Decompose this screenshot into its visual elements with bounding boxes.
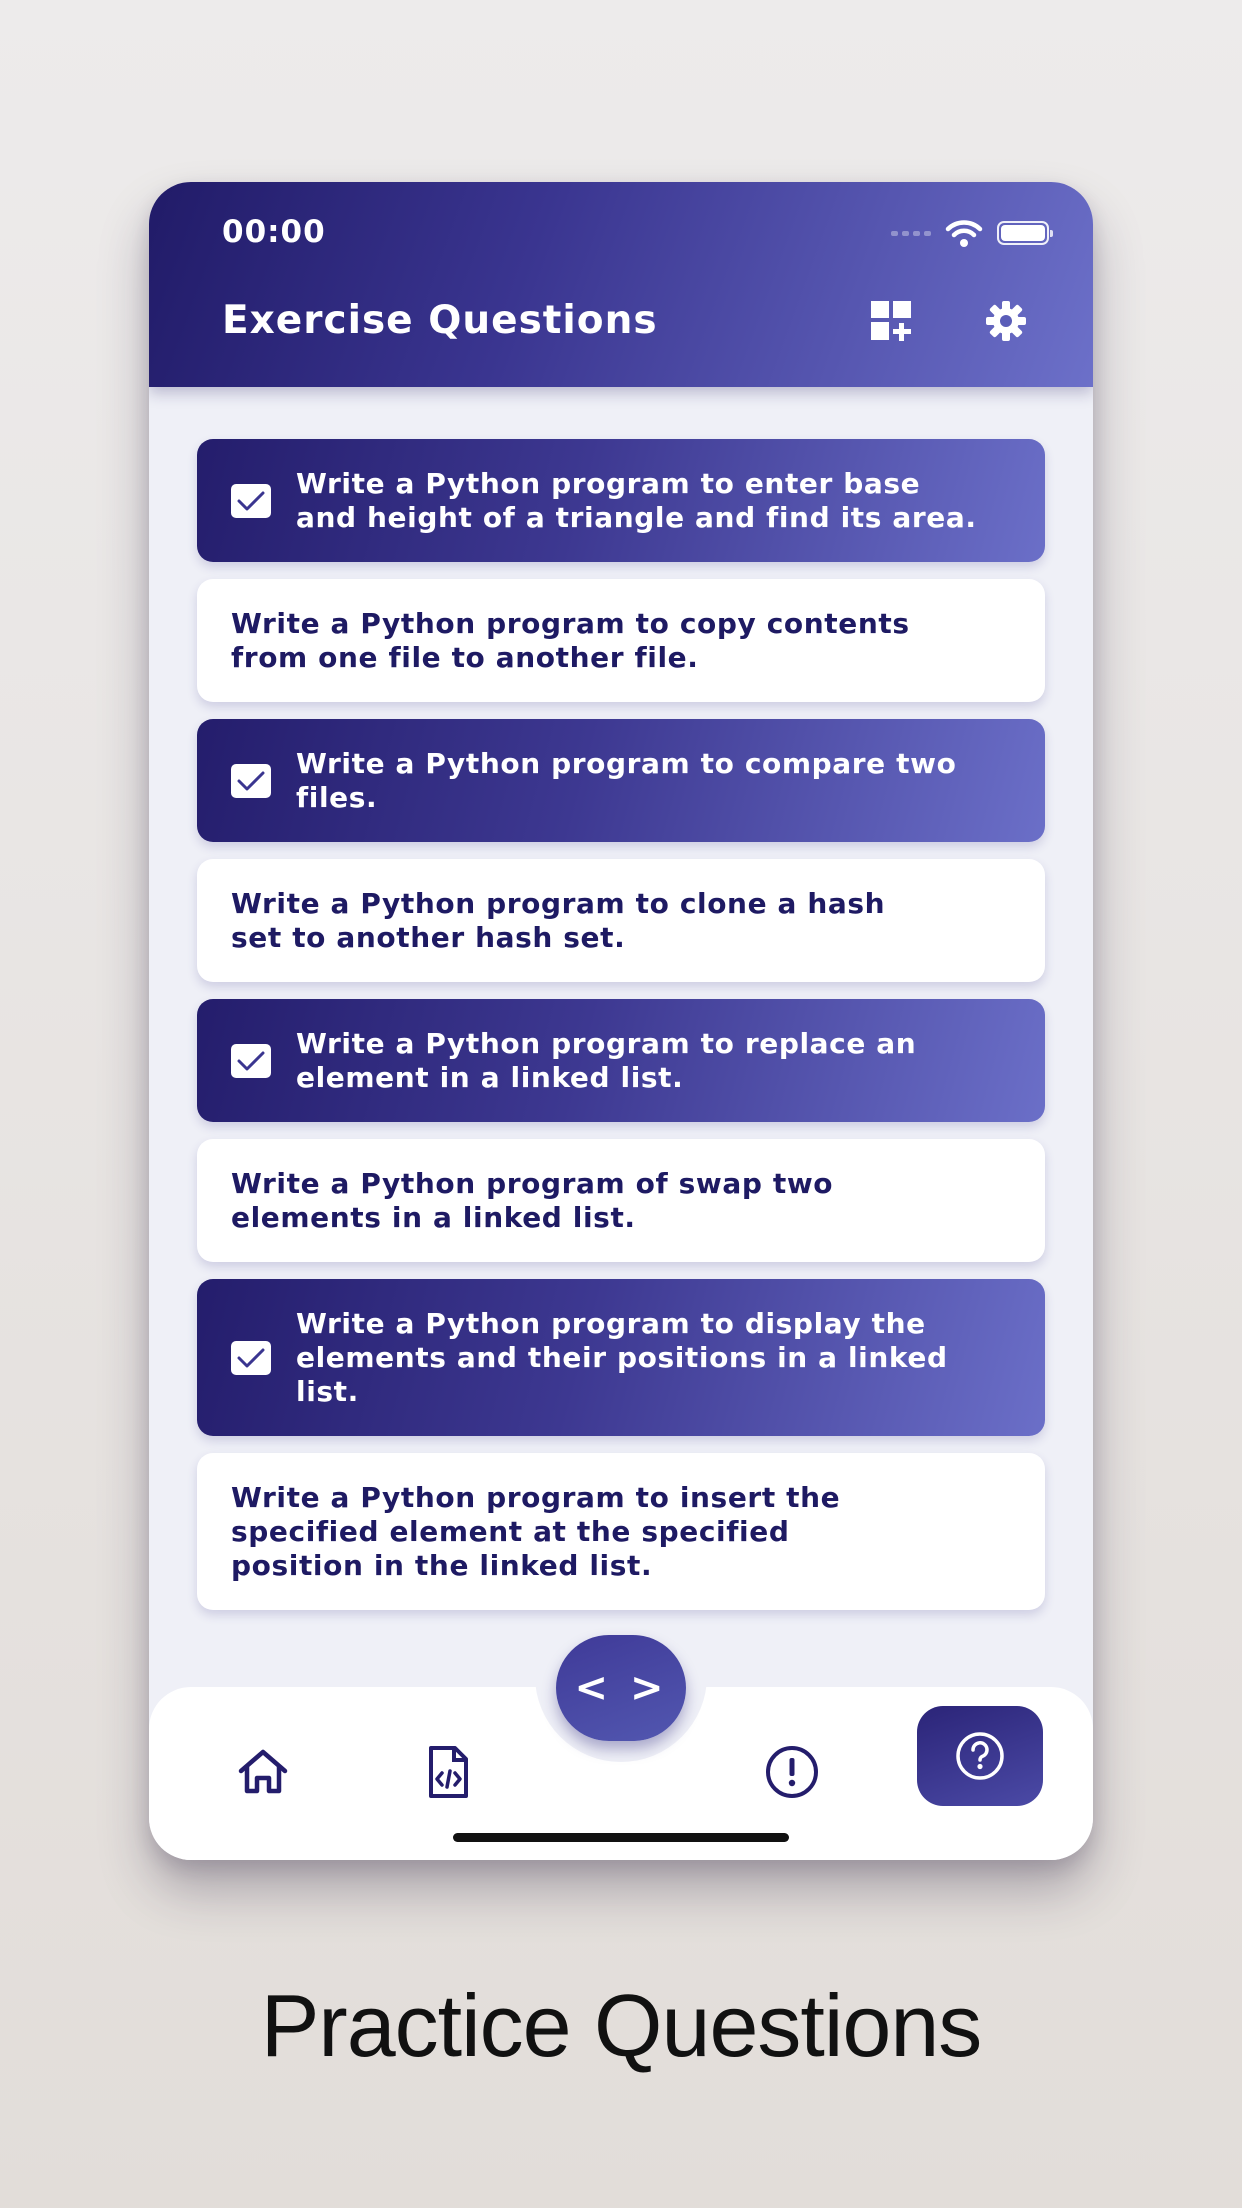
checkmark-icon	[237, 491, 265, 510]
question-text: Write a Python program to compare two fi…	[296, 746, 957, 814]
signal-icon	[891, 230, 931, 236]
nav-help-button-active[interactable]	[917, 1706, 1043, 1806]
question-card[interactable]: Write a Python program of swap two eleme…	[197, 1139, 1045, 1262]
question-text: Write a Python program to enter base and…	[296, 466, 977, 534]
battery-icon	[997, 221, 1053, 245]
wifi-icon	[945, 220, 983, 247]
checkbox-checked[interactable]	[231, 483, 271, 518]
question-text: Write a Python program to copy contents …	[231, 606, 910, 674]
code-brackets-icon: < >	[574, 1665, 668, 1711]
settings-button[interactable]	[979, 294, 1033, 348]
question-card[interactable]: Write a Python program to clone a hash s…	[197, 859, 1045, 982]
question-card[interactable]: Write a Python program to compare two fi…	[197, 719, 1045, 842]
app-header: 00:00 Exercise Questions	[149, 182, 1093, 387]
question-card[interactable]: Write a Python program to enter base and…	[197, 439, 1045, 562]
help-icon	[956, 1732, 1004, 1780]
settings-gear-icon	[986, 301, 1026, 341]
home-indicator[interactable]	[453, 1833, 789, 1842]
checkmark-icon	[237, 1348, 265, 1367]
checkmark-icon	[237, 1051, 265, 1070]
code-file-icon	[429, 1746, 468, 1798]
checkbox-checked[interactable]	[231, 763, 271, 798]
question-card[interactable]: Write a Python program to insert the spe…	[197, 1453, 1045, 1610]
alert-icon	[766, 1746, 818, 1798]
status-icons	[891, 218, 1053, 248]
promo-caption: Practice Questions	[260, 1976, 983, 2075]
question-card[interactable]: Write a Python program to replace an ele…	[197, 999, 1045, 1122]
add-widget-button[interactable]	[864, 294, 918, 348]
status-time: 00:00	[222, 214, 326, 250]
nav-home-button[interactable]	[218, 1727, 308, 1817]
checkbox-checked[interactable]	[231, 1043, 271, 1078]
page-title: Exercise Questions	[222, 298, 658, 343]
question-text: Write a Python program to display the el…	[296, 1306, 948, 1408]
code-fab-button[interactable]: < >	[556, 1635, 686, 1741]
home-icon	[238, 1749, 288, 1794]
question-text: Write a Python program to clone a hash s…	[231, 886, 886, 954]
add-widget-icon	[871, 301, 911, 341]
question-card[interactable]: Write a Python program to display the el…	[197, 1279, 1045, 1436]
phone-screen: 00:00 Exercise Questions Write a Python …	[149, 182, 1093, 1860]
checkmark-icon	[237, 771, 265, 790]
nav-alert-button[interactable]	[747, 1727, 837, 1817]
checkbox-checked[interactable]	[231, 1340, 271, 1375]
nav-code-file-button[interactable]	[403, 1727, 493, 1817]
question-card[interactable]: Write a Python program to copy contents …	[197, 579, 1045, 702]
question-list: Write a Python program to enter base and…	[197, 439, 1045, 1627]
question-text: Write a Python program of swap two eleme…	[231, 1166, 834, 1234]
question-text: Write a Python program to insert the spe…	[231, 1480, 841, 1582]
question-text: Write a Python program to replace an ele…	[296, 1026, 917, 1094]
